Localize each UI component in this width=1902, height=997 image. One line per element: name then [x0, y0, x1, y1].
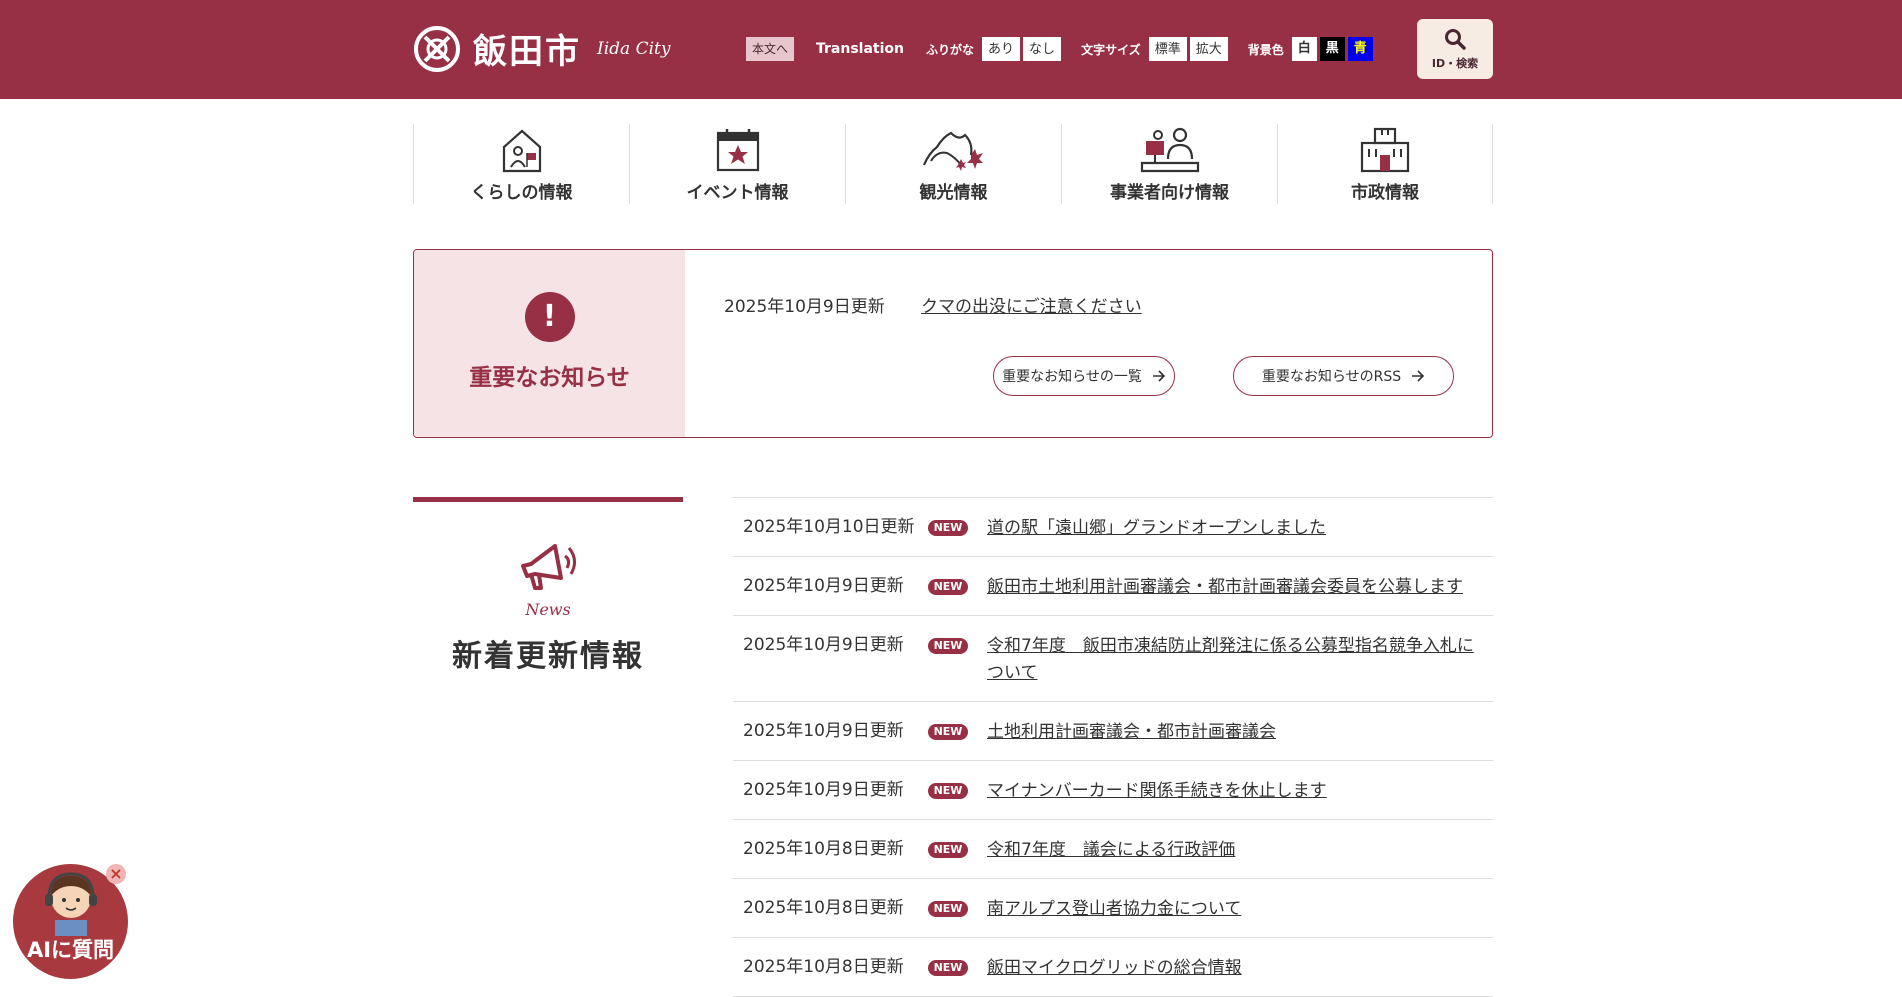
news-link[interactable]: マイナンバーカード関係手続きを休止します	[987, 778, 1487, 805]
important-notice-title: 重要なお知らせ	[469, 365, 630, 391]
new-badge: NEW	[928, 724, 968, 740]
search-button[interactable]: ID・検索	[1417, 19, 1493, 79]
nav-label: イベント情報	[686, 183, 789, 203]
news-item: 2025年10月8日更新 NEW 南アルプス登山者協力金について	[733, 879, 1493, 938]
news-date: 2025年10月8日更新	[743, 957, 904, 977]
nav-item-events[interactable]: イベント情報	[629, 124, 845, 204]
news-link[interactable]: 飯田マイクログリッドの総合情報	[987, 955, 1487, 982]
notice-date: 2025年10月9日更新	[724, 297, 885, 317]
calendar-icon	[716, 129, 759, 172]
mountain-icon	[922, 131, 983, 171]
news-item: 2025年10月10日更新 NEW 道の駅「遠山郷」グランドオープンしました	[733, 498, 1493, 557]
new-badge: NEW	[928, 842, 968, 858]
news-link[interactable]: 飯田市土地利用計画審議会・都市計画審議会委員を公募します	[987, 574, 1487, 601]
nav-item-tourism[interactable]: 観光情報	[845, 124, 1061, 204]
notice-list-button[interactable]: 重要なお知らせの一覧	[993, 356, 1175, 396]
search-icon	[1445, 29, 1466, 50]
city-emblem-icon	[414, 25, 460, 72]
megaphone-icon	[521, 544, 576, 590]
new-badge: NEW	[928, 638, 968, 654]
news-item: 2025年10月9日更新 NEW マイナンバーカード関係手続きを休止します	[733, 761, 1493, 820]
main-nav: くらしの情報 イベント情報 観光情報 事業者向け情報 市政情報	[413, 124, 1493, 204]
bg-white-button[interactable]: 白	[1291, 37, 1317, 61]
news-date: 2025年10月9日更新	[743, 721, 904, 741]
nav-label: 観光情報	[919, 183, 988, 203]
exclamation-icon: !	[524, 292, 575, 342]
news-date: 2025年10月9日更新	[743, 635, 904, 655]
city-hall-icon	[1360, 127, 1410, 173]
site-header: 飯田市 Iida City 本文へ Translation ふりがな あり なし…	[0, 0, 1902, 99]
news-link[interactable]: 令和7年度 飯田市凍結防止剤発注に係る公募型指名競争入札について	[987, 633, 1487, 687]
news-label-en: News	[525, 600, 571, 619]
arrow-right-icon	[1412, 370, 1425, 382]
font-size-normal-button[interactable]: 標準	[1148, 37, 1187, 61]
logo-subtitle: Iida City	[597, 38, 671, 59]
new-badge: NEW	[928, 901, 968, 917]
notice-link[interactable]: クマの出没にご注意ください	[921, 292, 1142, 317]
news-date: 2025年10月8日更新	[743, 898, 904, 918]
logo-text: 飯田市	[473, 32, 581, 72]
business-icon	[1140, 127, 1199, 173]
nav-label: 市政情報	[1351, 183, 1419, 203]
furigana-off-button[interactable]: なし	[1023, 37, 1062, 61]
new-badge: NEW	[928, 960, 968, 976]
font-size-large-button[interactable]: 拡大	[1189, 37, 1228, 61]
nav-label: くらしの情報	[470, 183, 573, 203]
notice-rss-button[interactable]: 重要なお知らせのRSS	[1233, 356, 1454, 396]
ai-chat-close-button[interactable]: ×	[106, 864, 126, 884]
translation-link[interactable]: Translation	[816, 41, 904, 57]
nav-item-city-government[interactable]: 市政情報	[1277, 124, 1493, 204]
news-link[interactable]: 南アルプス登山者協力金について	[987, 896, 1487, 923]
news-item: 2025年10月9日更新 NEW 令和7年度 飯田市凍結防止剤発注に係る公募型指…	[733, 616, 1493, 702]
news-section-header: News 新着更新情報	[413, 497, 683, 675]
nav-item-living[interactable]: くらしの情報	[413, 124, 629, 204]
important-notice-header: ! 重要なお知らせ	[414, 250, 685, 437]
new-badge: NEW	[928, 579, 968, 595]
news-item: 2025年10月9日更新 NEW 飯田市土地利用計画審議会・都市計画審議会委員を…	[733, 557, 1493, 616]
new-badge: NEW	[928, 783, 968, 799]
arrow-right-icon	[1152, 370, 1165, 382]
important-notice-panel: ! 重要なお知らせ 2025年10月9日更新 クマの出没にご注意ください 重要な…	[413, 249, 1493, 438]
notice-rss-label: 重要なお知らせのRSS	[1261, 369, 1402, 385]
header-tools: 本文へ Translation ふりがな あり なし 文字サイズ 標準 拡大 背…	[746, 36, 1373, 62]
background-color-label: 背景色	[1247, 42, 1284, 57]
house-icon	[502, 129, 541, 173]
news-link[interactable]: 令和7年度 議会による行政評価	[987, 837, 1487, 864]
new-badge: NEW	[928, 520, 968, 536]
news-label-jp: 新着更新情報	[452, 639, 644, 674]
skip-to-content-link[interactable]: 本文へ	[746, 37, 795, 61]
news-date: 2025年10月9日更新	[743, 780, 904, 800]
news-link[interactable]: 道の駅「遠山郷」グランドオープンしました	[987, 515, 1487, 542]
news-link[interactable]: 土地利用計画審議会・都市計画審議会	[987, 719, 1487, 746]
news-item: 2025年10月9日更新 NEW 土地利用計画審議会・都市計画審議会	[733, 702, 1493, 761]
nav-item-business[interactable]: 事業者向け情報	[1061, 124, 1277, 204]
bg-blue-button[interactable]: 青	[1347, 37, 1373, 61]
operator-avatar-icon	[45, 872, 97, 936]
furigana-on-button[interactable]: あり	[982, 37, 1021, 61]
bg-black-button[interactable]: 黒	[1319, 37, 1345, 61]
news-item: 2025年10月8日更新 NEW 飯田マイクログリッドの総合情報	[733, 938, 1493, 997]
font-size-label: 文字サイズ	[1081, 42, 1141, 57]
news-date: 2025年10月9日更新	[743, 576, 904, 596]
search-label: ID・検索	[1431, 57, 1479, 70]
furigana-label: ふりがな	[926, 42, 975, 57]
news-date: 2025年10月8日更新	[743, 839, 904, 859]
news-list: 2025年10月10日更新 NEW 道の駅「遠山郷」グランドオープンしました 2…	[733, 497, 1493, 997]
notice-list-label: 重要なお知らせの一覧	[1002, 369, 1142, 385]
news-date: 2025年10月10日更新	[743, 517, 915, 537]
nav-label: 事業者向け情報	[1110, 183, 1229, 203]
ai-chat-label: AIに質問	[26, 938, 115, 962]
news-item: 2025年10月8日更新 NEW 令和7年度 議会による行政評価	[733, 820, 1493, 879]
site-logo[interactable]: 飯田市 Iida City	[413, 24, 670, 73]
